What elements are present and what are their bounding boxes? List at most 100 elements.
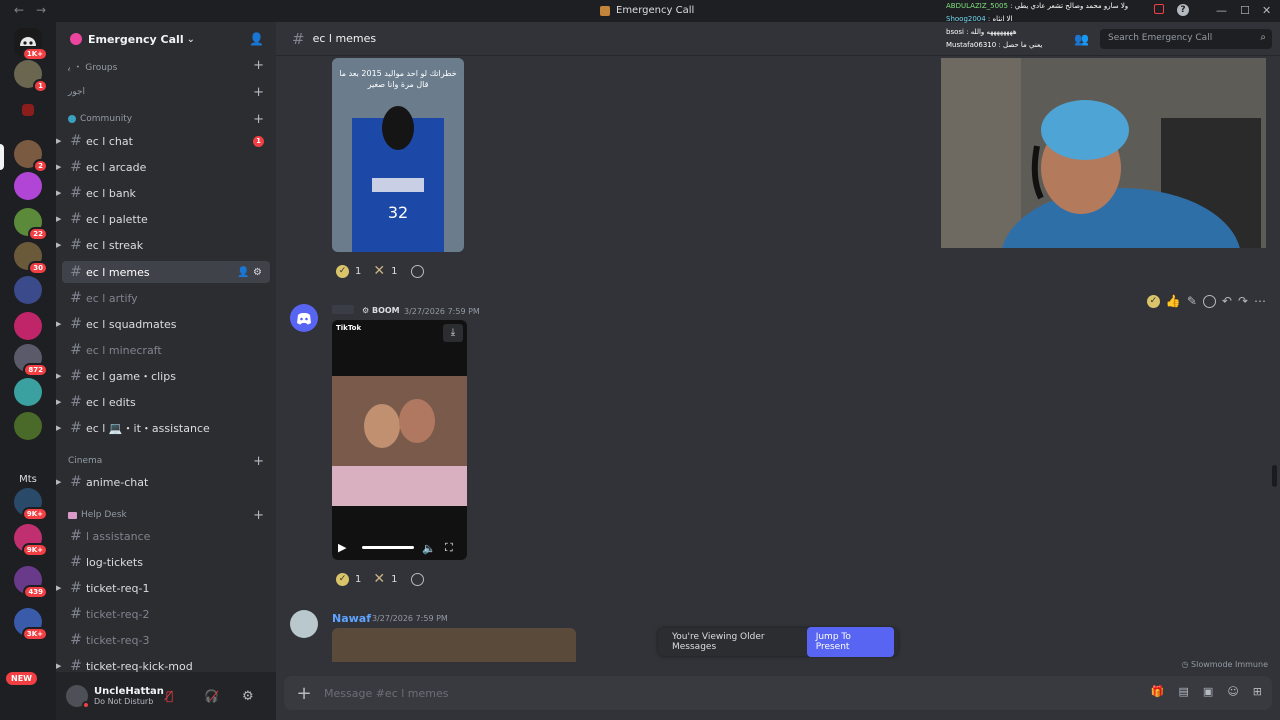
server-icon[interactable]: 439 (14, 566, 48, 599)
channel-ec-chat[interactable]: ▶ # ec ⅼ chat 1 (56, 130, 270, 152)
channel-ticket-req-1[interactable]: ▶ # ticket-req-1 (56, 577, 270, 599)
channel-ec-arcade[interactable]: ▶ # ec ⅼ arcade (56, 156, 270, 178)
reply-icon[interactable]: ↶ (1222, 294, 1232, 308)
server-icon[interactable] (22, 104, 34, 116)
play-icon[interactable]: ▶ (338, 541, 346, 554)
stream-chat-line: Mustafa06310 : يعني ما حصل (946, 41, 1043, 49)
server-emblem-icon (70, 33, 82, 45)
globe-icon (68, 115, 76, 123)
forward-icon[interactable]: ↷ (1238, 294, 1248, 308)
server-header[interactable]: Emergency Call ⌄ 👤 (56, 22, 276, 56)
add-channel-icon[interactable]: + (253, 58, 264, 73)
scrollbar[interactable] (1272, 465, 1277, 487)
server-icon[interactable] (14, 378, 42, 406)
gif-icon[interactable]: ▤ (1179, 685, 1189, 698)
add-reaction-icon[interactable] (411, 264, 425, 278)
server-icon[interactable] (14, 172, 42, 200)
volume-icon[interactable]: 🔈 (422, 542, 436, 555)
server-icon[interactable] (14, 412, 42, 440)
channel-log-tickets[interactable]: # log-tickets (62, 551, 270, 573)
new-badge[interactable]: NEW (6, 672, 37, 685)
channel-ec-it-assistance[interactable]: ▶ # ec ⅼ 💻・it・assistance (56, 417, 270, 439)
channel-anime-chat[interactable]: ▶ # anime-chat (56, 471, 270, 493)
channel-settings-icon[interactable]: 👤 ⚙ (237, 267, 262, 278)
server-icon[interactable] (14, 312, 42, 340)
meme-image[interactable]: 32 خطراتك لو احد مواليد 2015 بعد ما قال … (332, 58, 464, 252)
guild-badge: 1K+ (21, 47, 48, 61)
category-community[interactable]: Community (68, 114, 132, 124)
add-channel-icon[interactable]: + (253, 508, 264, 523)
mic-muted-icon[interactable]: 🎙̸ (166, 689, 173, 703)
add-reaction-icon[interactable] (411, 572, 425, 586)
category-help-desk[interactable]: Help Desk (68, 510, 127, 520)
jump-to-present-button[interactable]: Jump To Present (806, 627, 894, 657)
server-icon[interactable]: 2 (14, 140, 48, 173)
more-options-icon[interactable]: ⋯ (1254, 294, 1266, 308)
message-composer[interactable]: + Message #ec ⅼ memes 🎁 ▤ ▣ ☺ ⊞ (284, 676, 1272, 710)
message-author[interactable]: Nawaf (332, 612, 371, 625)
mts-server-label[interactable]: Mts (14, 474, 42, 485)
server-icon[interactable]: 30 (14, 242, 48, 275)
fullscreen-icon[interactable]: ⛶ (445, 541, 453, 555)
image-attachment[interactable] (332, 628, 576, 662)
sticker-icon[interactable]: ▣ (1203, 685, 1213, 698)
server-icon[interactable]: 3K+ (14, 608, 48, 641)
channel-ec-edits[interactable]: ▶ # ec ⅼ edits (56, 391, 270, 413)
server-icon[interactable]: 22 (14, 208, 48, 241)
username: UncleHattan (94, 686, 164, 697)
thumbs-up-icon[interactable]: 👍 (1166, 294, 1181, 308)
pencil-icon[interactable]: ✎ (1187, 294, 1197, 308)
server-icon[interactable] (14, 276, 42, 304)
server-icon[interactable]: 9K+ (14, 524, 48, 557)
channel-ec-game-clips[interactable]: ▶ # ec ⅼ game・clips (56, 365, 270, 387)
deafen-icon[interactable]: 🎧̸ (204, 689, 219, 703)
message-author[interactable] (332, 305, 354, 314)
channel-ec-bank[interactable]: ▶ # ec ⅼ bank (56, 182, 270, 204)
server-icon[interactable]: 9K+ (14, 488, 48, 521)
channel-ec-squadmates[interactable]: ▶ # ec ⅼ squadmates (56, 313, 270, 335)
video-embed[interactable]: TikTok ⤓ ▶ 🔈 ⛶ (332, 320, 467, 560)
download-icon[interactable]: ⤓ (443, 324, 463, 342)
add-member-icon[interactable]: 👤 (249, 32, 264, 46)
check-reaction-icon[interactable]: ✓ (1146, 294, 1160, 308)
reactions-row: ✓ 1 ✕ 1 (336, 569, 425, 589)
avatar[interactable] (66, 685, 90, 709)
user-settings-icon[interactable]: ⚙ (242, 689, 254, 704)
x-reaction-icon[interactable]: ✕ (373, 571, 385, 587)
direct-messages-icon[interactable]: 1K+ (14, 28, 48, 61)
x-reaction-icon[interactable]: ✕ (373, 263, 385, 279)
avatar[interactable] (290, 304, 318, 332)
add-reaction-icon[interactable] (1202, 294, 1216, 308)
server-list: 1K+ 1 2 22 30 872 Mts 9K+ 9K+ 439 3K+ NE… (0, 22, 56, 720)
channel-ec-palette[interactable]: ▶ # ec ⅼ palette (56, 208, 270, 230)
gift-icon[interactable]: 🎁 (1151, 685, 1165, 698)
channel-ticket-req-2[interactable]: # ticket-req-2 (62, 603, 270, 625)
stream-chat-overlay: ABDULAZIZ_5005 : ولا سارو محمد وصالح تشع… (940, 0, 1280, 58)
apps-icon[interactable]: ⊞ (1253, 685, 1262, 698)
channel-ec-artify[interactable]: # ec ⅼ artify (62, 287, 270, 309)
server-icon[interactable]: 872 (14, 344, 48, 377)
add-channel-icon[interactable]: + (253, 454, 264, 469)
add-channel-icon[interactable]: + (253, 112, 264, 127)
channel-title: ec ⅼ memes (312, 32, 377, 45)
server-icon[interactable]: 1 (14, 60, 48, 93)
check-reaction-icon[interactable]: ✓ (336, 264, 349, 278)
forward-arrow-icon[interactable]: → (36, 3, 46, 17)
seek-bar[interactable] (362, 546, 414, 549)
add-channel-icon[interactable]: + (253, 85, 264, 100)
category-groups[interactable]: ﯾ ・ Groups (68, 60, 117, 73)
check-reaction-icon[interactable]: ✓ (336, 572, 349, 586)
channel-assistance[interactable]: # ⅼ assistance (62, 525, 270, 547)
back-arrow-icon[interactable]: ← (14, 3, 24, 17)
emoji-icon[interactable]: ☺ (1227, 685, 1238, 698)
category-cinema[interactable]: Cinema (68, 456, 102, 466)
channel-ec-minecraft[interactable]: # ec ⅼ minecraft (62, 339, 270, 361)
message-input[interactable]: Message #ec ⅼ memes (324, 687, 449, 700)
category-ajoor[interactable]: اجور (68, 87, 85, 97)
channel-ticket-req-3[interactable]: # ticket-req-3 (62, 629, 270, 651)
attach-plus-icon[interactable]: + (284, 683, 324, 704)
channel-ec-streak[interactable]: ▶ # ec ⅼ streak (56, 234, 270, 256)
unread-badge: 1 (253, 135, 264, 147)
avatar[interactable] (290, 610, 318, 638)
channel-ec-memes[interactable]: # ec ⅼ memes 👤 ⚙ (62, 261, 270, 283)
